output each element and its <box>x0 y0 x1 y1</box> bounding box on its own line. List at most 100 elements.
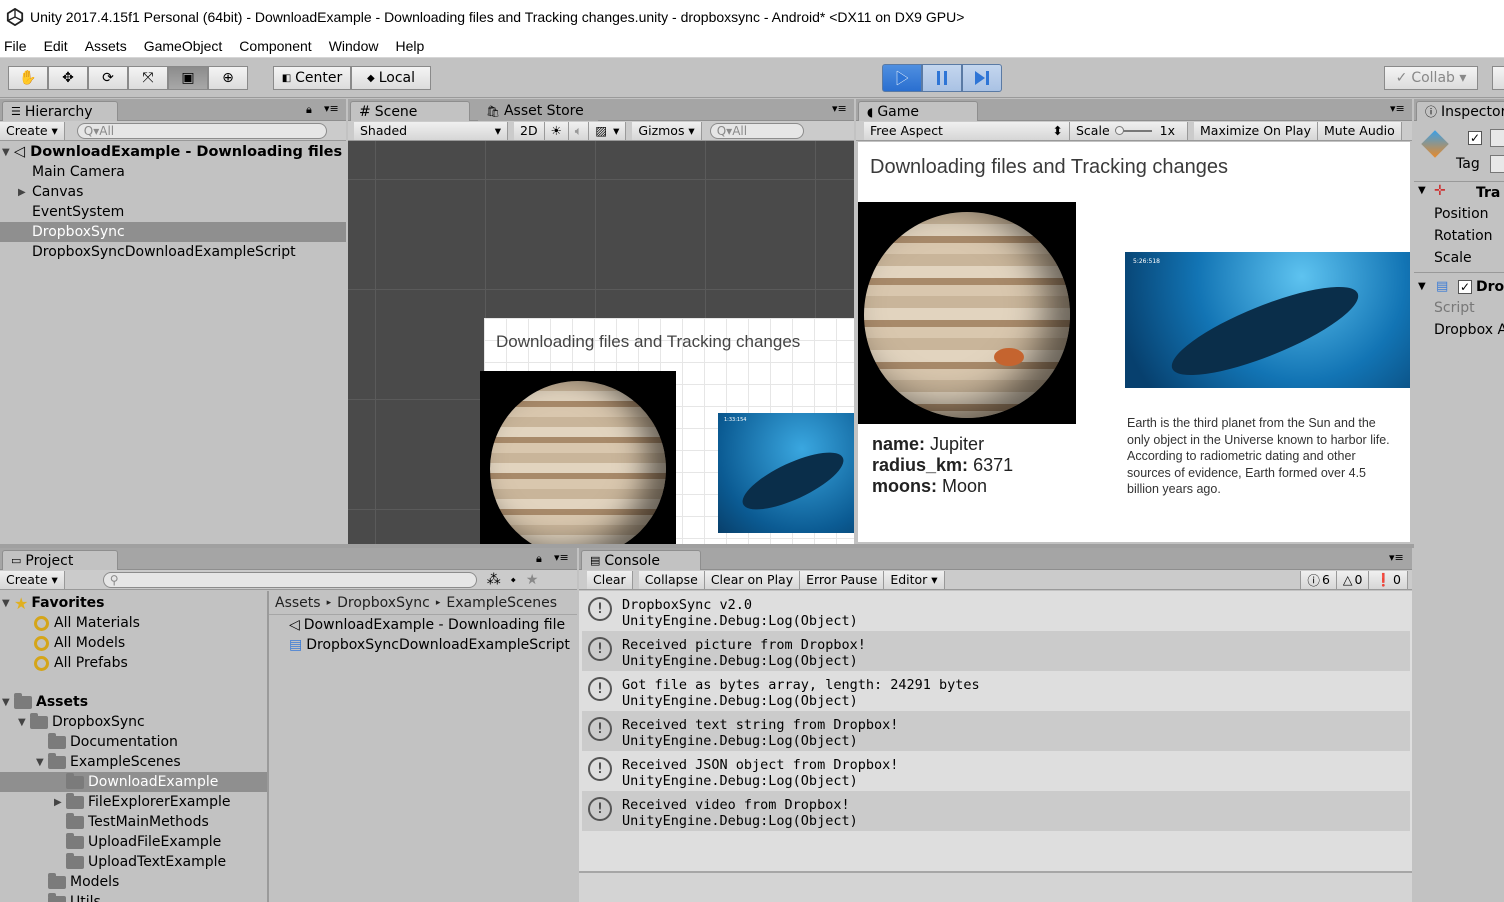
menu-file[interactable]: File <box>0 38 36 54</box>
console-error-toggle[interactable]: ❗ 0 <box>1369 570 1408 589</box>
expand-arrow-icon[interactable]: ▼ <box>1418 185 1426 196</box>
panel-menu-icon[interactable]: ▾≡ <box>832 102 847 115</box>
shading-dropdown[interactable]: Shaded ▾ <box>354 121 508 140</box>
console-collapse-button[interactable]: Collapse <box>638 570 705 589</box>
tab-project[interactable]: ▭ Project <box>2 550 118 570</box>
console-entry[interactable]: ! Received text string from Dropbox! Unity… <box>582 711 1410 751</box>
component-header[interactable]: Dro <box>1476 279 1504 295</box>
favorites-row[interactable]: ▼ ★ Favorites <box>2 593 105 613</box>
console-entry[interactable]: ! Got file as bytes array, length: 24291 … <box>582 671 1410 711</box>
menu-help[interactable]: Help <box>391 38 433 54</box>
2d-toggle[interactable]: 2D <box>514 121 545 140</box>
folder-fileexplorerexample[interactable]: ▶ FileExplorerExample <box>54 792 230 812</box>
hand-tool-button[interactable]: ✋ <box>8 66 48 90</box>
scene-viewport[interactable]: Downloading files and Tracking changes 1… <box>348 141 854 544</box>
panel-menu-icon[interactable]: ▾≡ <box>324 102 339 115</box>
menu-component[interactable]: Component <box>235 38 320 54</box>
console-entry[interactable]: ! Received video from Dropbox! UnityEngine… <box>582 791 1410 831</box>
favorite-all-models[interactable]: All Models <box>34 633 125 653</box>
menu-window[interactable]: Window <box>325 38 388 54</box>
folder-uploadtextexample[interactable]: UploadTextExample <box>66 852 226 872</box>
move-tool-button[interactable]: ✥ <box>48 66 88 90</box>
folder-examplescenes[interactable]: ▼ ExampleScenes <box>36 752 181 772</box>
cloud-button[interactable] <box>1492 66 1504 90</box>
game-viewport[interactable]: Downloading files and Tracking changes n… <box>858 142 1410 542</box>
play-button[interactable] <box>882 64 922 92</box>
slider-track[interactable] <box>1114 125 1152 135</box>
favorite-all-materials[interactable]: All Materials <box>34 613 140 633</box>
transform-header[interactable]: Tra <box>1476 185 1500 201</box>
tab-asset-store[interactable]: 🛍︎ Asset Store <box>478 101 598 121</box>
tab-console[interactable]: ▤ Console <box>581 550 701 570</box>
tab-game[interactable]: ◖ Game <box>858 101 978 121</box>
hierarchy-item-canvas[interactable]: ▶ Canvas <box>18 182 318 202</box>
console-info-toggle[interactable]: ⓘ 6 <box>1300 570 1337 589</box>
filter-label-icon[interactable]: ⬩ <box>511 572 516 588</box>
lighting-toggle[interactable]: ☀ <box>544 121 569 140</box>
scale-slider[interactable]: Scale 1x <box>1070 121 1188 140</box>
console-entry[interactable]: ! Received JSON object from Dropbox! Unity… <box>582 751 1410 791</box>
console-warning-toggle[interactable]: △ 0 <box>1336 570 1370 589</box>
assets-root-row[interactable]: ▼ Assets <box>2 692 88 712</box>
hierarchy-item-eventsystem[interactable]: EventSystem <box>32 202 332 222</box>
slider-thumb[interactable] <box>1114 125 1124 135</box>
folder-utils[interactable]: Utils <box>48 892 101 902</box>
hierarchy-item-download-script[interactable]: DropboxSyncDownloadExampleScript <box>32 242 342 262</box>
active-checkbox[interactable]: ✓ <box>1468 131 1482 145</box>
scale-tool-button[interactable]: ⤧ <box>128 66 168 90</box>
aspect-dropdown[interactable]: Free Aspect ⬍ <box>864 121 1070 140</box>
name-field[interactable] <box>1490 129 1504 147</box>
console-editor-dropdown[interactable]: Editor ▾ <box>884 570 945 589</box>
mute-audio-toggle[interactable]: Mute Audio <box>1318 121 1402 140</box>
tag-dropdown[interactable] <box>1490 155 1504 173</box>
menu-edit[interactable]: Edit <box>40 38 77 54</box>
hierarchy-item-main-camera[interactable]: Main Camera <box>32 162 332 182</box>
audio-toggle[interactable]: 🔈︎ <box>568 121 590 140</box>
panel-menu-icon[interactable]: ▾≡ <box>1390 102 1405 115</box>
pause-button[interactable] <box>922 64 962 92</box>
tab-scene[interactable]: # Scene <box>350 101 470 121</box>
panel-menu-icon[interactable]: ▾≡ <box>554 551 569 564</box>
rotate-tool-button[interactable]: ⟳ <box>88 66 128 90</box>
folder-models[interactable]: Models <box>48 872 119 892</box>
lock-icon[interactable]: 🔒︎ <box>536 552 542 566</box>
console-error-pause-button[interactable]: Error Pause <box>800 570 885 589</box>
expand-arrow-icon[interactable]: ▼ <box>1418 281 1426 292</box>
console-clear-button[interactable]: Clear <box>587 570 633 589</box>
favorite-all-prefabs[interactable]: All Prefabs <box>34 653 128 673</box>
breadcrumb-item[interactable]: ExampleScenes <box>446 595 557 611</box>
console-entry[interactable]: ! Received picture from Dropbox! UnityEngi… <box>582 631 1410 671</box>
transform-tool-button[interactable]: ⊕ <box>208 66 248 90</box>
maximize-on-play-toggle[interactable]: Maximize On Play <box>1194 121 1318 140</box>
file-downloadexample-scene[interactable]: ◁ DownloadExample - Downloading file <box>289 615 577 635</box>
favorite-star-icon[interactable]: ★ <box>526 572 539 588</box>
folder-dropboxsync[interactable]: ▼ DropboxSync <box>18 712 145 732</box>
breadcrumb-item[interactable]: DropboxSync <box>337 595 430 611</box>
folder-documentation[interactable]: Documentation <box>48 732 178 752</box>
console-clear-on-play-button[interactable]: Clear on Play <box>704 570 801 589</box>
folder-uploadfileexample[interactable]: UploadFileExample <box>66 832 221 852</box>
project-create-button[interactable]: Create ▾ <box>0 570 65 589</box>
tab-hierarchy[interactable]: ☰ Hierarchy <box>2 101 118 121</box>
breadcrumb-item[interactable]: Assets <box>275 595 321 611</box>
component-enabled-checkbox[interactable]: ✓ <box>1458 280 1472 294</box>
pivot-center-button[interactable]: ◧ Center <box>273 66 351 90</box>
lock-icon[interactable]: 🔒︎ <box>306 103 312 117</box>
file-download-script[interactable]: ▤ DropboxSyncDownloadExampleScript <box>289 635 577 655</box>
hierarchy-search-input[interactable]: Q▾All <box>76 122 327 139</box>
folder-testmainmethods[interactable]: TestMainMethods <box>66 812 209 832</box>
step-button[interactable] <box>962 64 1002 92</box>
hierarchy-item-dropboxsync[interactable]: DropboxSync <box>0 222 346 242</box>
panel-menu-icon[interactable]: ▾≡ <box>1389 551 1404 564</box>
filter-type-icon[interactable]: ⁂ <box>487 572 501 588</box>
menu-assets[interactable]: Assets <box>81 38 136 54</box>
hierarchy-scene-row[interactable]: ▼ ◁ DownloadExample - Downloading files <box>0 142 346 162</box>
tab-inspector[interactable]: ⓘ Inspector <box>1416 101 1504 121</box>
gizmos-dropdown[interactable]: Gizmos ▾ <box>632 121 702 140</box>
scene-search-input[interactable]: Q▾All <box>709 122 804 139</box>
rect-tool-button[interactable]: ▣ <box>168 66 208 90</box>
menu-gameobject[interactable]: GameObject <box>140 38 232 54</box>
collab-button[interactable]: ✓ Collab ▾ <box>1384 66 1478 90</box>
pivot-local-button[interactable]: ◆ Local <box>351 66 431 90</box>
hierarchy-create-button[interactable]: Create ▾ <box>0 121 65 140</box>
